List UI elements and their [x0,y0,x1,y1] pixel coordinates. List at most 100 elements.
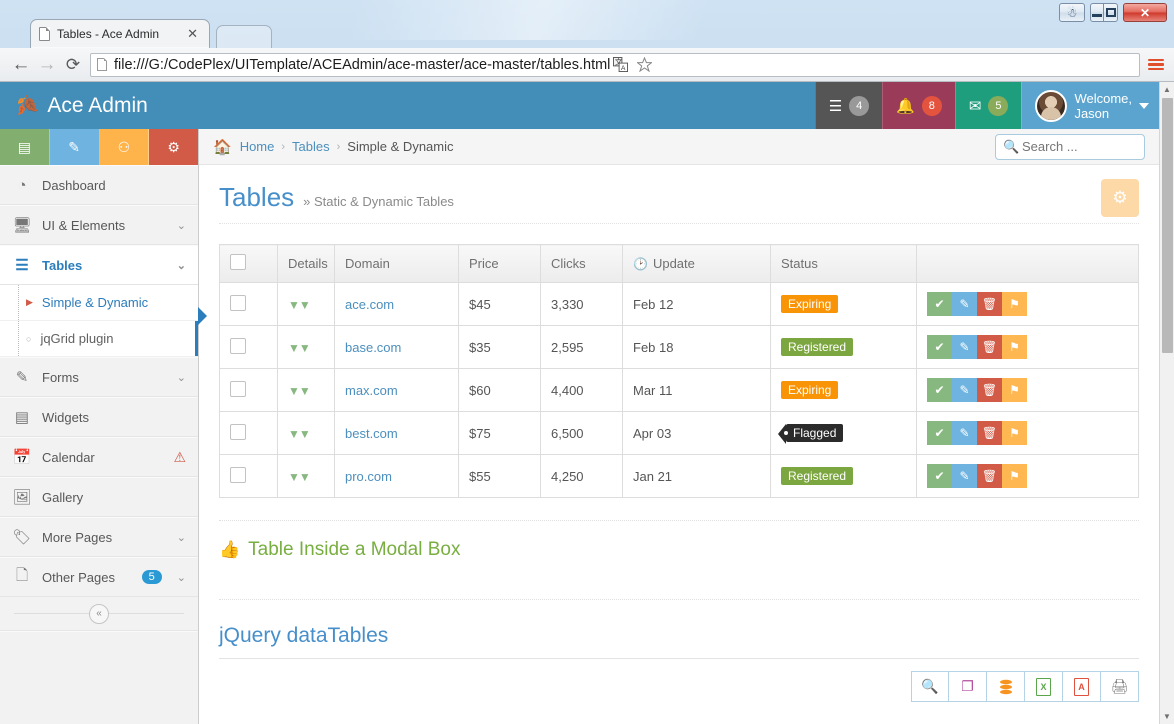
settings-shortcut[interactable]: ⚙ [149,129,198,165]
th-price[interactable]: Price [459,245,541,283]
th-status[interactable]: Status [771,245,917,283]
approve-button[interactable]: ✔ [927,421,952,445]
star-icon[interactable] [634,55,654,75]
td-status: Registered [771,455,917,498]
vertical-scrollbar[interactable]: ▲ ▼ [1159,82,1174,724]
th-domain[interactable]: Domain [335,245,459,283]
sidebar-collapse-toggle[interactable]: « [0,597,198,631]
chevron-double-down-icon[interactable]: ▼▼ [288,341,310,355]
scrollbar-thumb[interactable] [1162,98,1173,353]
tab-close-button[interactable]: ✕ [184,26,201,42]
table-row[interactable]: ▼▼ max.com $60 4,400 Mar 11 Expiring ✔ ✎ [220,369,1139,412]
th-update[interactable]: 🕑Update [623,245,771,283]
excel-tool-button[interactable]: X [1025,671,1063,702]
navbar-spacer [199,82,815,129]
flag-button[interactable]: ⚑ [1002,292,1027,316]
delete-button[interactable]: 🗑 [977,464,1002,488]
settings-button[interactable]: ⚙ [1101,179,1139,217]
sidebar-item-more-pages[interactable]: 🏷 More Pages ⌄ [0,517,198,557]
edit-shortcut[interactable]: ✎ [50,129,100,165]
chart-shortcut[interactable]: ▤ [0,129,50,165]
edit-button[interactable]: ✎ [952,335,977,359]
table-row[interactable]: ▼▼ base.com $35 2,595 Feb 18 Registered … [220,326,1139,369]
sidebar-item-other-pages[interactable]: 🗋 Other Pages 5 ⌄ [0,557,198,597]
chevron-double-down-icon[interactable]: ▼▼ [288,384,310,398]
back-button[interactable]: ← [8,54,34,76]
navbar-messages[interactable]: ✉ 5 [955,82,1022,129]
sidebar-item-tables[interactable]: ☰ Tables ⌄ [0,245,198,285]
domain-link[interactable]: base.com [345,340,401,355]
flag-button[interactable]: ⚑ [1002,335,1027,359]
navbar-user-menu[interactable]: Welcome, Jason [1021,82,1159,129]
delete-button[interactable]: 🗑 [977,335,1002,359]
sidebar-item-forms[interactable]: ✎ Forms ⌄ [0,357,198,397]
sidebar-item-ui-elements[interactable]: 🖥 UI & Elements ⌄ [0,205,198,245]
address-bar[interactable]: file:///G:/CodePlex/UITemplate/ACEAdmin/… [90,53,1140,77]
chevron-double-down-icon[interactable]: ▼▼ [288,470,310,484]
td-update: Apr 03 [623,412,771,455]
approve-button[interactable]: ✔ [927,464,952,488]
th-details[interactable]: Details [278,245,335,283]
table-row[interactable]: ▼▼ pro.com $55 4,250 Jan 21 Registered ✔… [220,455,1139,498]
domain-link[interactable]: max.com [345,383,398,398]
flag-button[interactable]: ⚑ [1002,464,1027,488]
domain-link[interactable]: ace.com [345,297,394,312]
row-checkbox[interactable] [230,424,246,440]
sidebar-item-widgets[interactable]: ▤ Widgets [0,397,198,437]
row-checkbox[interactable] [230,467,246,483]
sidebar-item-dashboard[interactable]: ◔ Dashboard [0,165,198,205]
copy-tool-button[interactable]: ❐ [949,671,987,702]
th-clicks[interactable]: Clicks [541,245,623,283]
row-checkbox[interactable] [230,381,246,397]
table-row[interactable]: ▼▼ best.com $75 6,500 Apr 03 Flagged ✔ ✎ [220,412,1139,455]
modal-table-link[interactable]: Table Inside a Modal Box [248,539,460,561]
sidebar-subitem-simple-dynamic[interactable]: ▶ Simple & Dynamic [0,285,198,321]
edit-button[interactable]: ✎ [952,421,977,445]
reload-button[interactable]: ⟳ [60,55,86,75]
browser-toolbar: ← → ⟳ file:///G:/CodePlex/UITemplate/ACE… [0,48,1174,82]
search-tool-button[interactable]: 🔍 [911,671,949,702]
breadcrumb-home[interactable]: Home [240,139,275,154]
approve-button[interactable]: ✔ [927,292,952,316]
database-tool-button[interactable] [987,671,1025,702]
row-actions: ✔ ✎ 🗑 ⚑ [927,292,1128,316]
delete-button[interactable]: 🗑 [977,378,1002,402]
delete-button[interactable]: 🗑 [977,421,1002,445]
row-checkbox[interactable] [230,338,246,354]
chevron-double-down-icon[interactable]: ▼▼ [288,427,310,441]
edit-button[interactable]: ✎ [952,464,977,488]
translate-icon[interactable]: 文 A [610,55,630,75]
sidebar-item-gallery[interactable]: 🖼 Gallery [0,477,198,517]
delete-button[interactable]: 🗑 [977,292,1002,316]
sidebar-item-calendar[interactable]: 📅 Calendar ⚠ [0,437,198,477]
domain-link[interactable]: best.com [345,426,398,441]
breadcrumb-tables[interactable]: Tables [292,139,330,154]
users-shortcut[interactable]: ⚇ [100,129,150,165]
pdf-tool-button[interactable]: A [1063,671,1101,702]
navbar-tasks[interactable]: ☰ 4 [815,82,882,129]
tree-line [18,321,19,356]
forward-button[interactable]: → [34,54,60,76]
edit-button[interactable]: ✎ [952,378,977,402]
status-badge: Expiring [781,295,838,313]
navbar-notifications[interactable]: 🔔 8 [882,82,955,129]
flag-button[interactable]: ⚑ [1002,378,1027,402]
browser-tab[interactable]: Tables - Ace Admin ✕ [30,19,210,48]
td-details: ▼▼ [278,455,335,498]
edit-button[interactable]: ✎ [952,292,977,316]
approve-button[interactable]: ✔ [927,378,952,402]
scroll-down-arrow[interactable]: ▼ [1160,709,1174,724]
row-checkbox[interactable] [230,295,246,311]
sidebar-subitem-jqgrid[interactable]: ○ jqGrid plugin [0,321,198,357]
flag-button[interactable]: ⚑ [1002,421,1027,445]
domain-link[interactable]: pro.com [345,469,392,484]
app-brand[interactable]: 🍂 Ace Admin [0,82,199,129]
scroll-up-arrow[interactable]: ▲ [1160,82,1174,97]
approve-button[interactable]: ✔ [927,335,952,359]
new-tab-button[interactable] [216,25,272,48]
chevron-double-down-icon[interactable]: ▼▼ [288,298,310,312]
select-all-checkbox[interactable] [230,254,246,270]
browser-menu-button[interactable] [1146,55,1166,75]
print-tool-button[interactable]: 🖨 [1101,671,1139,702]
table-row[interactable]: ▼▼ ace.com $45 3,330 Feb 12 Expiring ✔ ✎ [220,283,1139,326]
